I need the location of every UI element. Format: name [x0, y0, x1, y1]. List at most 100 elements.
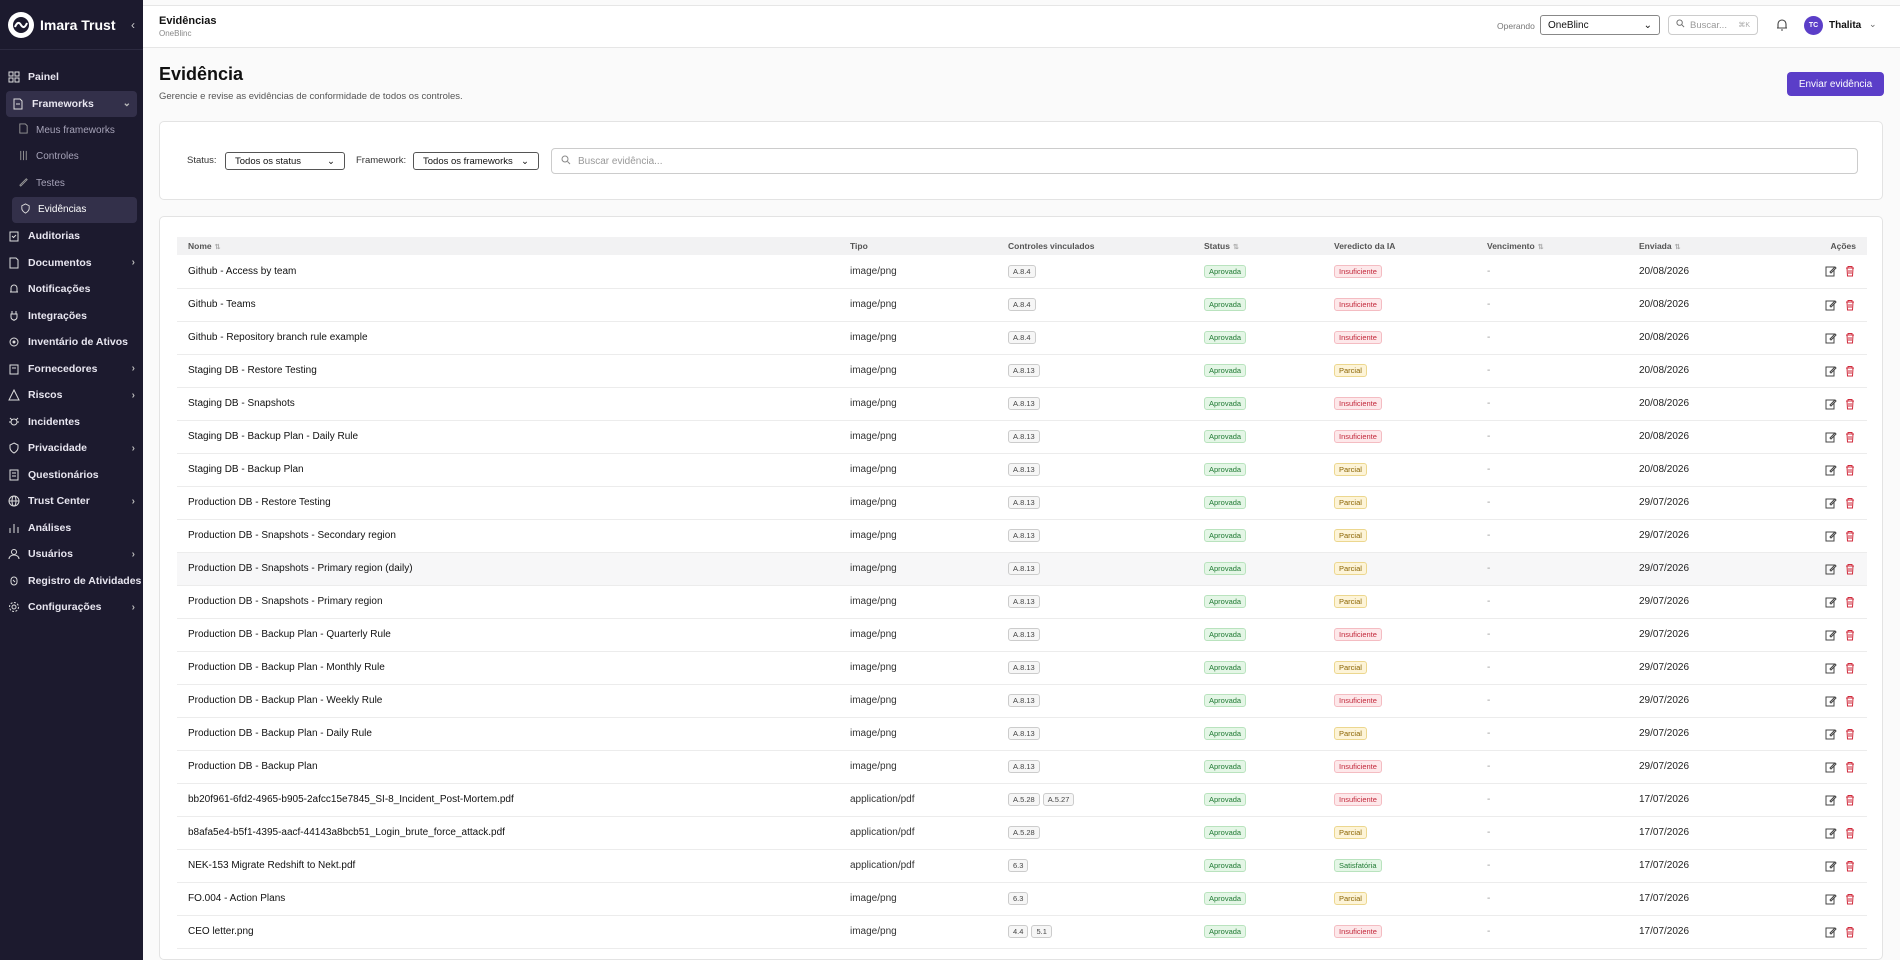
control-tag[interactable]: A.8.13	[1008, 397, 1040, 410]
edit-icon[interactable]	[1825, 332, 1837, 344]
column-header-name[interactable]: Nome ⇅	[177, 237, 839, 255]
edit-icon[interactable]	[1825, 530, 1837, 542]
sidebar-item-trust-center[interactable]: Trust Center ›	[0, 488, 143, 515]
trash-icon[interactable]	[1844, 431, 1856, 443]
table-row[interactable]: Github - Teams image/png A.8.4 Aprovada Insu…	[177, 288, 1867, 321]
edit-icon[interactable]	[1825, 893, 1837, 905]
control-tag[interactable]: A.5.28	[1008, 826, 1040, 839]
edit-icon[interactable]	[1825, 596, 1837, 608]
edit-icon[interactable]	[1825, 265, 1837, 277]
control-tag[interactable]: A.8.13	[1008, 760, 1040, 773]
trash-icon[interactable]	[1844, 860, 1856, 872]
sidebar-item-usuarios[interactable]: Usuários ›	[0, 541, 143, 568]
sidebar-item-registro-de-atividades[interactable]: Registro de Atividades	[0, 568, 143, 595]
evidence-name[interactable]: bb20f961-6fd2-4965-b905-2afcc15e7845_SI-…	[177, 783, 839, 816]
control-tag[interactable]: 5.1	[1031, 925, 1052, 938]
edit-icon[interactable]	[1825, 926, 1837, 938]
edit-icon[interactable]	[1825, 398, 1837, 410]
column-header-due[interactable]: Vencimento ⇅	[1476, 237, 1628, 255]
evidence-name[interactable]: Production DB - Backup Plan	[177, 750, 839, 783]
edit-icon[interactable]	[1825, 662, 1837, 674]
control-tag[interactable]: A.8.13	[1008, 529, 1040, 542]
framework-filter-select[interactable]: Todos os frameworks ⌄	[413, 152, 539, 170]
trash-icon[interactable]	[1844, 827, 1856, 839]
table-row[interactable]: NEK-153 Migrate Redshift to Nekt.pdf appl…	[177, 849, 1867, 882]
trash-icon[interactable]	[1844, 530, 1856, 542]
chevron-down-icon[interactable]: ⌄	[1869, 19, 1877, 30]
trash-icon[interactable]	[1844, 695, 1856, 707]
trash-icon[interactable]	[1844, 398, 1856, 410]
column-header-status[interactable]: Status ⇅	[1193, 237, 1323, 255]
evidence-name[interactable]: CEO letter.png	[177, 915, 839, 948]
evidence-name[interactable]: Production DB - Backup Plan - Daily Rule	[177, 717, 839, 750]
table-row[interactable]: Production DB - Snapshots - Primary regi…	[177, 585, 1867, 618]
evidence-name[interactable]: Github - Access by team	[177, 255, 839, 288]
trash-icon[interactable]	[1844, 299, 1856, 311]
avatar[interactable]: TC	[1804, 16, 1823, 35]
sidebar-item-incidentes[interactable]: Incidentes	[0, 409, 143, 436]
table-row[interactable]: Github - Access by team image/png A.8.4 Apr…	[177, 255, 1867, 288]
sidebar-item-documentos[interactable]: Documentos ›	[0, 250, 143, 277]
table-row[interactable]: Staging DB - Snapshots image/png A.8.13 Apr…	[177, 387, 1867, 420]
sidebar-item-configuracoes[interactable]: Configurações ›	[0, 594, 143, 621]
control-tag[interactable]: A.8.13	[1008, 496, 1040, 509]
submit-evidence-button[interactable]: Enviar evidência	[1787, 72, 1884, 96]
control-tag[interactable]: A.5.28	[1008, 793, 1040, 806]
evidence-name[interactable]: Production DB - Backup Plan - Monthly Ru…	[177, 651, 839, 684]
evidence-name[interactable]: Production DB - Snapshots - Primary regi…	[177, 552, 839, 585]
table-row[interactable]: Github - Repository branch rule example i…	[177, 321, 1867, 354]
sidebar-item-analises[interactable]: Análises	[0, 515, 143, 542]
evidence-name[interactable]: Production DB - Restore Testing	[177, 486, 839, 519]
control-tag[interactable]: A.8.13	[1008, 430, 1040, 443]
table-row[interactable]: Production DB - Backup Plan - Weekly Rul…	[177, 684, 1867, 717]
sidebar-item-meus-frameworks[interactable]: Meus frameworks	[0, 117, 143, 144]
edit-icon[interactable]	[1825, 563, 1837, 575]
table-row[interactable]: Staging DB - Backup Plan image/png A.8.13 A…	[177, 453, 1867, 486]
trash-icon[interactable]	[1844, 497, 1856, 509]
control-tag[interactable]: 4.4	[1008, 925, 1029, 938]
table-row[interactable]: FO.004 - Action Plans image/png 6.3 Aprovad…	[177, 882, 1867, 915]
evidence-search-input[interactable]: Buscar evidência...	[551, 148, 1858, 174]
control-tag[interactable]: A.8.13	[1008, 562, 1040, 575]
edit-icon[interactable]	[1825, 299, 1837, 311]
sidebar-item-notificacoes[interactable]: Notificações	[0, 276, 143, 303]
evidence-name[interactable]: Github - Teams	[177, 288, 839, 321]
global-search-input[interactable]: Buscar... ⌘K	[1668, 15, 1758, 35]
edit-icon[interactable]	[1825, 827, 1837, 839]
sidebar-item-frameworks[interactable]: Frameworks ⌄	[6, 90, 137, 117]
trash-icon[interactable]	[1844, 662, 1856, 674]
sidebar-item-testes[interactable]: Testes	[0, 170, 143, 197]
evidence-name[interactable]: Staging DB - Restore Testing	[177, 354, 839, 387]
edit-icon[interactable]	[1825, 794, 1837, 806]
control-tag[interactable]: A.8.13	[1008, 661, 1040, 674]
trash-icon[interactable]	[1844, 365, 1856, 377]
evidence-name[interactable]: Production DB - Backup Plan - Weekly Rul…	[177, 684, 839, 717]
control-tag[interactable]: 6.3	[1008, 892, 1029, 905]
evidence-name[interactable]: Production DB - Snapshots - Secondary re…	[177, 519, 839, 552]
table-row[interactable]: Production DB - Snapshots - Secondary re…	[177, 519, 1867, 552]
control-tag[interactable]: A.8.4	[1008, 298, 1036, 311]
trash-icon[interactable]	[1844, 332, 1856, 344]
edit-icon[interactable]	[1825, 695, 1837, 707]
edit-icon[interactable]	[1825, 431, 1837, 443]
evidence-name[interactable]: Staging DB - Backup Plan - Daily Rule	[177, 420, 839, 453]
trash-icon[interactable]	[1844, 265, 1856, 277]
trash-icon[interactable]	[1844, 794, 1856, 806]
sidebar-item-questionarios[interactable]: Questionários	[0, 462, 143, 489]
control-tag[interactable]: A.8.13	[1008, 595, 1040, 608]
control-tag[interactable]: 6.3	[1008, 859, 1029, 872]
operando-select[interactable]: OneBlinc ⌄	[1540, 15, 1660, 35]
edit-icon[interactable]	[1825, 464, 1837, 476]
trash-icon[interactable]	[1844, 761, 1856, 773]
control-tag[interactable]: A.5.27	[1042, 793, 1075, 806]
edit-icon[interactable]	[1825, 761, 1837, 773]
table-row[interactable]: Production DB - Backup Plan - Quarterly …	[177, 618, 1867, 651]
table-row[interactable]: Staging DB - Backup Plan - Daily Rule ima…	[177, 420, 1867, 453]
edit-icon[interactable]	[1825, 728, 1837, 740]
evidence-name[interactable]: FO.004 - Action Plans	[177, 882, 839, 915]
sidebar-item-riscos[interactable]: Riscos ›	[0, 382, 143, 409]
edit-icon[interactable]	[1825, 497, 1837, 509]
table-row[interactable]: b8afa5e4-b5f1-4395-aacf-44143a8bcb51_Log…	[177, 816, 1867, 849]
control-tag[interactable]: A.8.4	[1008, 264, 1036, 278]
sidebar-item-painel[interactable]: Painel	[0, 64, 143, 91]
